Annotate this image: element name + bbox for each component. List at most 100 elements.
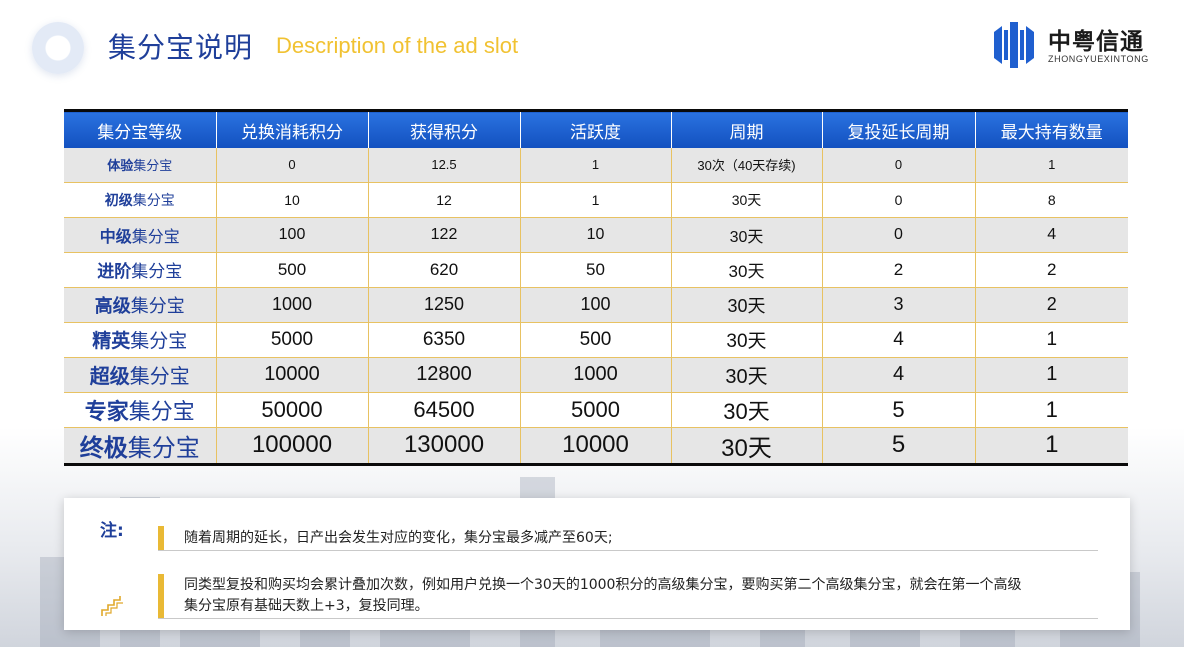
activity-cell: 10	[520, 217, 672, 253]
column-header: 活跃度	[520, 109, 672, 148]
level-cell: 中级集分宝	[64, 217, 217, 253]
level-name: 初级	[104, 191, 133, 208]
extend-cell: 4	[822, 357, 976, 393]
cost-cell: 10000	[216, 357, 369, 393]
extend-cell: 0	[822, 182, 976, 218]
level-name: 进阶	[97, 262, 132, 281]
max-cell: 1	[975, 322, 1128, 358]
level-name: 中级	[99, 228, 132, 246]
points-cell: 130000	[368, 427, 521, 466]
column-header: 获得积分	[368, 109, 521, 148]
level-table: 集分宝等级 兑换消耗积分 获得积分 活跃度 周期 复投延长周期 最大持有数量 体…	[64, 109, 1128, 466]
cost-cell: 100000	[216, 427, 369, 466]
activity-cell: 10000	[520, 427, 672, 466]
activity-cell: 100	[520, 287, 672, 323]
cost-cell: 100	[216, 217, 369, 253]
points-cell: 12800	[368, 357, 521, 393]
level-suffix: 集分宝	[129, 366, 190, 388]
level-suffix: 集分宝	[130, 331, 188, 352]
level-cell: 高级集分宝	[64, 287, 217, 323]
level-suffix: 集分宝	[127, 434, 200, 462]
table-row: 体验集分宝 0 12.5 1 30次（40天存续) 0 1	[64, 148, 1128, 183]
company-logo: 中粤信通 ZHONGYUEXINTONG	[990, 20, 1160, 72]
cost-cell: 5000	[216, 322, 369, 358]
column-header: 复投延长周期	[822, 109, 976, 148]
table-row: 终极集分宝 100000 130000 10000 30天 5 1	[64, 427, 1128, 466]
column-header: 集分宝等级	[64, 109, 217, 148]
extend-cell: 3	[822, 287, 976, 323]
level-suffix: 集分宝	[131, 262, 183, 281]
logo-subtitle: ZHONGYUEXINTONG	[1048, 54, 1149, 64]
period-cell: 30天	[671, 217, 823, 253]
note-divider	[158, 618, 1098, 619]
table-row: 精英集分宝 5000 6350 500 30天 4 1	[64, 322, 1128, 358]
max-cell: 1	[975, 392, 1128, 428]
extend-cell: 5	[822, 427, 976, 466]
column-header: 最大持有数量	[975, 109, 1128, 148]
max-cell: 2	[975, 252, 1128, 288]
level-cell: 专家集分宝	[64, 392, 217, 428]
stair-icon	[101, 596, 123, 616]
logo-name: 中粤信通	[1048, 29, 1144, 55]
level-cell: 进阶集分宝	[64, 252, 217, 288]
points-cell: 122	[368, 217, 521, 253]
extend-cell: 5	[822, 392, 976, 428]
period-cell: 30天	[671, 252, 823, 288]
activity-cell: 1000	[520, 357, 672, 393]
period-cell: 30天	[671, 287, 823, 323]
max-cell: 1	[975, 427, 1128, 466]
note-divider	[158, 550, 1098, 551]
period-cell: 30天	[671, 427, 823, 466]
max-cell: 8	[975, 182, 1128, 218]
points-cell: 1250	[368, 287, 521, 323]
table-row: 高级集分宝 1000 1250 100 30天 3 2	[64, 287, 1128, 323]
level-cell: 精英集分宝	[64, 322, 217, 358]
extend-cell: 0	[822, 148, 976, 183]
level-cell: 体验集分宝	[64, 148, 217, 183]
max-cell: 2	[975, 287, 1128, 323]
points-cell: 64500	[368, 392, 521, 428]
level-name: 体验	[107, 158, 134, 174]
level-suffix: 集分宝	[130, 295, 185, 316]
period-cell: 30天	[671, 322, 823, 358]
notes-panel: 注: 随着周期的延长，日产出会发生对应的变化，集分宝最多减产至60天; 同类型复…	[64, 498, 1130, 630]
level-name: 精英	[92, 331, 131, 352]
points-cell: 6350	[368, 322, 521, 358]
cost-cell: 10	[216, 182, 369, 218]
note-bar	[158, 526, 164, 550]
activity-cell: 5000	[520, 392, 672, 428]
level-name: 超级	[89, 366, 130, 388]
level-suffix: 集分宝	[132, 191, 175, 208]
note-item: 随着周期的延长，日产出会发生对应的变化，集分宝最多减产至60天;	[158, 526, 1098, 552]
level-name: 专家	[84, 398, 129, 424]
table-row: 初级集分宝 10 12 1 30天 0 8	[64, 182, 1128, 218]
logo-mark-icon	[994, 22, 1034, 68]
period-cell: 30天	[671, 357, 823, 393]
points-cell: 12	[368, 182, 521, 218]
activity-cell: 1	[520, 148, 672, 183]
page-subtitle: Description of the ad slot	[276, 33, 519, 58]
column-header: 周期	[671, 109, 823, 148]
period-cell: 30天	[671, 182, 823, 218]
points-cell: 12.5	[368, 148, 521, 183]
table-row: 进阶集分宝 500 620 50 30天 2 2	[64, 252, 1128, 288]
cost-cell: 1000	[216, 287, 369, 323]
level-suffix: 集分宝	[133, 158, 173, 174]
period-cell: 30天	[671, 392, 823, 428]
max-cell: 1	[975, 357, 1128, 393]
page-title: 集分宝说明	[108, 31, 254, 64]
activity-cell: 500	[520, 322, 672, 358]
extend-cell: 4	[822, 322, 976, 358]
notes-label: 注:	[100, 521, 124, 541]
extend-cell: 0	[822, 217, 976, 253]
table-row: 专家集分宝 50000 64500 5000 30天 5 1	[64, 392, 1128, 428]
cost-cell: 500	[216, 252, 369, 288]
column-header: 兑换消耗积分	[216, 109, 369, 148]
table-header-row: 集分宝等级 兑换消耗积分 获得积分 活跃度 周期 复投延长周期 最大持有数量	[64, 109, 1128, 148]
period-cell: 30次（40天存续)	[671, 148, 823, 183]
note-bar	[158, 574, 164, 618]
level-suffix: 集分宝	[128, 398, 195, 424]
table-row: 中级集分宝 100 122 10 30天 0 4	[64, 217, 1128, 253]
extend-cell: 2	[822, 252, 976, 288]
max-cell: 1	[975, 148, 1128, 183]
